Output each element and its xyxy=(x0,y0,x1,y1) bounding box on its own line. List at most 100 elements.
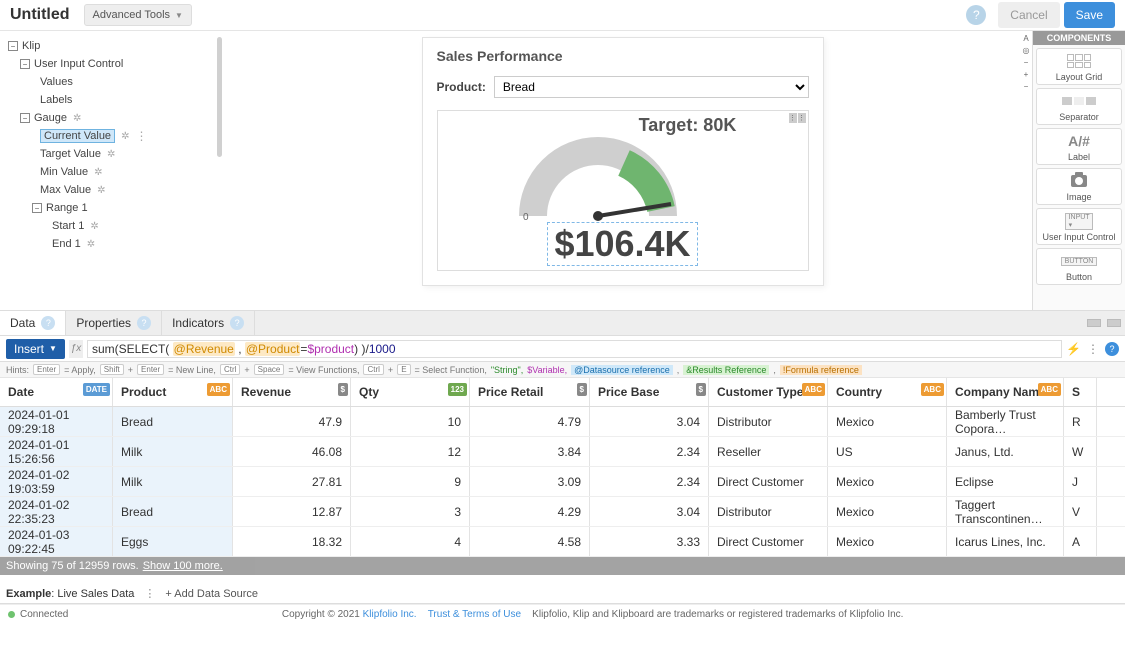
cancel-button[interactable]: Cancel xyxy=(998,2,1059,28)
table-row[interactable]: 2024-01-01 09:29:18Bread47.9104.793.04Di… xyxy=(0,407,1125,437)
table-cell: Mexico xyxy=(828,467,947,496)
tree-start[interactable]: Start 1 xyxy=(52,220,84,232)
table-row[interactable]: 2024-01-03 09:22:45Eggs18.3244.583.33Dir… xyxy=(0,527,1125,557)
footer-legal: Copyright © 2021 Klipfolio Inc. Trust & … xyxy=(68,609,1117,620)
scrollbar[interactable] xyxy=(217,37,222,157)
klipfolio-link[interactable]: Klipfolio Inc. xyxy=(363,609,417,620)
help-icon[interactable]: ? xyxy=(966,5,986,25)
panel-toggle-icon[interactable] xyxy=(1087,319,1101,327)
tab-data[interactable]: Data? xyxy=(0,311,66,335)
grid-status-bar: Showing 75 of 12959 rows.Show 100 more. xyxy=(0,557,1125,575)
advanced-tools-button[interactable]: Advanced Tools▼ xyxy=(84,4,192,26)
tree-max-value[interactable]: Max Value xyxy=(40,184,91,196)
save-button[interactable]: Save xyxy=(1064,2,1115,28)
tree-end[interactable]: End 1 xyxy=(52,238,81,250)
dash-icon[interactable]: − xyxy=(1024,58,1029,67)
minus-icon[interactable]: − xyxy=(1024,82,1029,91)
tree-min-value[interactable]: Min Value xyxy=(40,166,88,178)
table-row[interactable]: 2024-01-02 22:35:23Bread12.8734.293.04Di… xyxy=(0,497,1125,527)
svg-text:0: 0 xyxy=(523,212,529,223)
more-icon[interactable]: ⋮ xyxy=(135,129,147,143)
vertical-mini-toolbar[interactable]: A ◎ − + − xyxy=(1020,31,1032,310)
example-source[interactable]: Example: Live Sales Data xyxy=(6,588,134,600)
help-icon[interactable]: ? xyxy=(1105,342,1119,356)
table-cell: Bamberly Trust Copora… xyxy=(947,407,1064,436)
tree-target-value[interactable]: Target Value xyxy=(40,148,101,160)
data-grid[interactable]: DateDATE ProductABC Revenue$ Qty123 Pric… xyxy=(0,378,1125,584)
a-icon[interactable]: A xyxy=(1023,34,1028,43)
caret-down-icon: ▼ xyxy=(49,344,57,353)
table-row[interactable]: 2024-01-02 19:03:59Milk27.8193.092.34Dir… xyxy=(0,467,1125,497)
table-cell: Eggs xyxy=(113,527,233,556)
component-label[interactable]: A/# Label xyxy=(1036,128,1122,165)
gauge-handle-icon[interactable]: ⋮ xyxy=(789,113,797,123)
fx-icon[interactable]: ƒx xyxy=(69,340,83,358)
table-cell: A xyxy=(1064,527,1097,556)
table-cell: 2024-01-03 09:22:45 xyxy=(0,527,113,556)
help-icon[interactable]: ? xyxy=(230,316,244,330)
klip-tree[interactable]: −Klip −User Input Control Values Labels … xyxy=(0,31,225,310)
table-cell: 2024-01-01 15:26:56 xyxy=(0,437,113,466)
table-cell: 12.87 xyxy=(233,497,351,526)
show-more-link[interactable]: Show 100 more. xyxy=(143,560,223,572)
more-icon[interactable]: ⋮ xyxy=(1087,342,1099,356)
page-title: Untitled xyxy=(10,6,70,24)
table-cell: Mexico xyxy=(828,527,947,556)
tree-range[interactable]: Range 1 xyxy=(46,202,88,214)
tree-current-value[interactable]: Current Value xyxy=(40,129,115,143)
table-row[interactable]: 2024-01-01 15:26:56Milk46.08123.842.34Re… xyxy=(0,437,1125,467)
help-icon[interactable]: ? xyxy=(41,316,55,330)
table-cell: Milk xyxy=(113,437,233,466)
table-cell: Mexico xyxy=(828,497,947,526)
component-image[interactable]: Image xyxy=(1036,168,1122,205)
table-cell: 4.29 xyxy=(470,497,590,526)
collapse-icon[interactable]: − xyxy=(8,41,18,51)
tree-values[interactable]: Values xyxy=(40,76,73,88)
table-cell: 27.81 xyxy=(233,467,351,496)
table-cell: 10 xyxy=(351,407,470,436)
target-icon[interactable]: ◎ xyxy=(1023,46,1030,55)
table-cell: 46.08 xyxy=(233,437,351,466)
help-icon[interactable]: ? xyxy=(137,316,151,330)
collapse-icon[interactable]: − xyxy=(20,113,30,123)
table-cell: J xyxy=(1064,467,1097,496)
tree-gauge[interactable]: Gauge xyxy=(34,112,67,124)
caret-down-icon: ▼ xyxy=(175,11,183,20)
tab-properties[interactable]: Properties? xyxy=(66,311,162,335)
more-icon[interactable]: ⋮ xyxy=(144,587,155,600)
panel-toggle-icon[interactable] xyxy=(1107,319,1121,327)
klip-preview: Sales Performance Product: Bread ⋮⋮ Targ… xyxy=(422,37,824,286)
table-cell: Direct Customer xyxy=(709,467,828,496)
component-button[interactable]: BUTTON Button xyxy=(1036,248,1122,285)
tree-klip[interactable]: Klip xyxy=(22,40,40,52)
gauge-value: $106.4K xyxy=(554,223,690,265)
tab-indicators[interactable]: Indicators? xyxy=(162,311,255,335)
collapse-icon[interactable]: − xyxy=(20,59,30,69)
insert-button[interactable]: Insert▼ xyxy=(6,339,65,359)
table-cell: Bread xyxy=(113,497,233,526)
tree-user-input-control[interactable]: User Input Control xyxy=(34,58,123,70)
table-cell: 4 xyxy=(351,527,470,556)
component-separator[interactable]: Separator xyxy=(1036,88,1122,125)
gauge-container: ⋮⋮ Target: 80K 0 $106.4K xyxy=(437,110,809,271)
table-cell: 4.58 xyxy=(470,527,590,556)
table-cell: Distributor xyxy=(709,497,828,526)
table-cell: R xyxy=(1064,407,1097,436)
component-user-input-control[interactable]: INPUT ▾ User Input Control xyxy=(1036,208,1122,245)
separator-icon xyxy=(1062,97,1096,105)
product-select[interactable]: Bread xyxy=(494,76,809,98)
bolt-icon[interactable]: ⚡ xyxy=(1066,342,1081,356)
tree-labels[interactable]: Labels xyxy=(40,94,72,106)
table-cell: W xyxy=(1064,437,1097,466)
plus-icon[interactable]: + xyxy=(1024,70,1029,79)
gauge-handle-icon[interactable]: ⋮ xyxy=(798,113,806,123)
trust-link[interactable]: Trust & Terms of Use xyxy=(428,609,521,620)
klip-title: Sales Performance xyxy=(437,48,809,64)
component-layout-grid[interactable]: Layout Grid xyxy=(1036,48,1122,85)
table-cell: Icarus Lines, Inc. xyxy=(947,527,1064,556)
add-data-source-button[interactable]: + Add Data Source xyxy=(165,588,258,600)
components-panel: COMPONENTS Layout Grid Separator A/# Lab… xyxy=(1032,31,1125,310)
formula-input[interactable]: sum(SELECT( @Revenue , @Product=$product… xyxy=(87,340,1062,358)
table-cell: US xyxy=(828,437,947,466)
collapse-icon[interactable]: − xyxy=(32,203,42,213)
